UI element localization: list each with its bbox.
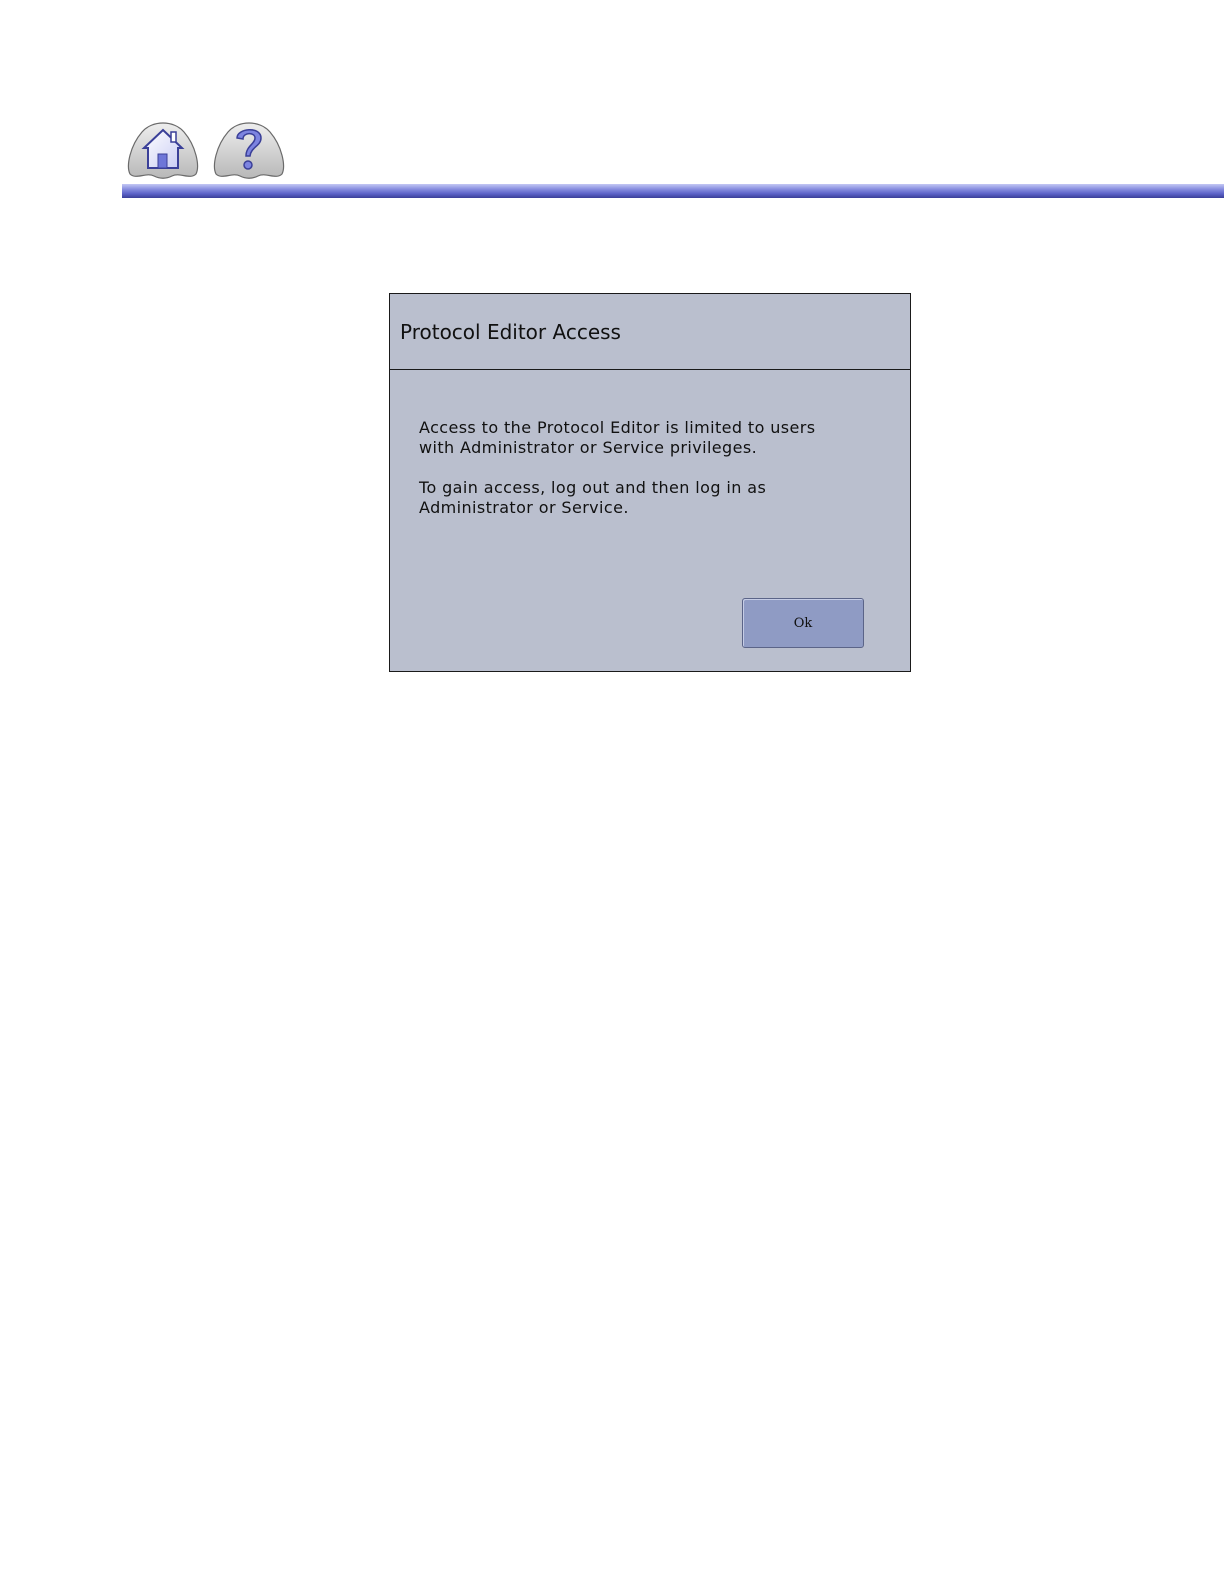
question-mark-icon [213, 122, 285, 179]
dialog-title: Protocol Editor Access [400, 319, 621, 344]
home-button[interactable] [124, 116, 202, 180]
dialog-message: Access to the Protocol Editor is limited… [419, 418, 879, 538]
dialog-title-bar: Protocol Editor Access [390, 294, 910, 370]
page: Protocol Editor Access Access to the Pro… [0, 0, 1224, 1584]
protocol-editor-access-dialog: Protocol Editor Access Access to the Pro… [389, 293, 911, 672]
header-bar [122, 184, 1224, 198]
nav-buttons [124, 116, 288, 180]
help-button[interactable] [210, 116, 288, 180]
home-icon [127, 122, 199, 179]
dialog-message-paragraph-1: Access to the Protocol Editor is limited… [419, 418, 816, 457]
dialog-message-paragraph-2: To gain access, log out and then log in … [419, 478, 767, 517]
ok-button[interactable]: Ok [742, 598, 864, 648]
